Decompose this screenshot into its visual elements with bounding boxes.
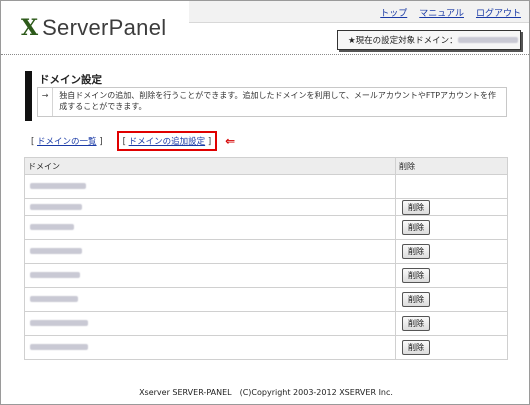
delete-cell: 削除 xyxy=(395,198,508,216)
section-marker xyxy=(25,71,32,121)
delete-button[interactable]: 削除 xyxy=(402,292,430,307)
table-row: 削除 xyxy=(24,239,508,264)
domain-table: ドメイン 削除 削除 削除 削除 削除 削除 削除 削除 xyxy=(24,157,508,360)
arrow-right-icon: → xyxy=(38,88,54,116)
delete-button[interactable]: 削除 xyxy=(402,340,430,355)
column-header-domain: ドメイン xyxy=(24,157,396,175)
domain-cell xyxy=(24,174,396,199)
delete-button[interactable]: 削除 xyxy=(402,316,430,331)
domain-name-redacted xyxy=(30,203,82,210)
domain-cell xyxy=(24,335,396,360)
logo-x-icon: X xyxy=(21,15,39,41)
domain-cell xyxy=(24,215,396,240)
table-row: 削除 xyxy=(24,287,508,312)
domain-name-redacted xyxy=(30,320,88,326)
domain-tabs: [ ドメインの一覧 ] [ ドメインの追加設定 ] ⇐ xyxy=(31,131,235,151)
description-text: 独自ドメインの追加、削除を行うことができます。追加したドメインを利用して、メール… xyxy=(59,91,497,111)
nav-manual-link[interactable]: マニュアル xyxy=(419,6,464,19)
description-box: → 独自ドメインの追加、削除を行うことができます。追加したドメインを利用して、メ… xyxy=(37,87,507,117)
table-row: 削除 xyxy=(24,215,508,240)
tab-domain-list-link[interactable]: ドメインの一覧 xyxy=(37,137,97,147)
table-row: 削除 xyxy=(24,335,508,360)
tab-domain-add-link[interactable]: ドメインの追加設定 xyxy=(129,137,206,147)
domain-name-redacted xyxy=(30,183,86,189)
current-domain-redacted xyxy=(457,37,518,43)
domain-cell xyxy=(24,239,396,264)
domain-cell xyxy=(24,287,396,312)
table-row xyxy=(24,174,508,199)
delete-cell: 削除 xyxy=(395,311,508,336)
top-nav: トップ マニュアル ログアウト xyxy=(380,6,521,19)
delete-button[interactable]: 削除 xyxy=(402,199,430,215)
domain-name-redacted xyxy=(30,272,80,278)
domain-cell xyxy=(24,311,396,336)
footer-copyright: Xserver SERVER-PANEL (C)Copyright 2003-2… xyxy=(139,388,393,397)
domain-name-redacted xyxy=(30,248,82,254)
table-row: 削除 xyxy=(24,311,508,336)
red-arrow-left-icon: ⇐ xyxy=(225,134,236,148)
delete-button[interactable]: 削除 xyxy=(402,268,430,283)
table-body: 削除 削除 削除 削除 削除 削除 削除 xyxy=(24,174,508,360)
column-header-delete: 削除 xyxy=(395,157,508,175)
nav-top-link[interactable]: トップ xyxy=(380,6,407,19)
domain-name-redacted xyxy=(30,344,88,350)
delete-button[interactable]: 削除 xyxy=(402,220,430,235)
current-domain-box: ★現在の設定対象ドメイン： xyxy=(337,30,521,50)
domain-name-redacted xyxy=(30,296,78,302)
page-title: ドメイン設定 xyxy=(39,74,102,86)
logo-text: ServerPanel xyxy=(42,15,167,40)
delete-cell xyxy=(395,174,508,199)
tab-domain-list: [ ドメインの一覧 ] xyxy=(31,137,103,147)
logo: X ServerPanel xyxy=(21,15,166,41)
table-row: 削除 xyxy=(24,263,508,288)
delete-cell: 削除 xyxy=(395,239,508,264)
delete-button[interactable]: 削除 xyxy=(402,244,430,259)
domain-cell xyxy=(24,198,396,216)
delete-cell: 削除 xyxy=(395,263,508,288)
delete-cell: 削除 xyxy=(395,215,508,240)
domain-name-redacted xyxy=(30,224,74,230)
current-domain-label: ★現在の設定対象ドメイン： xyxy=(348,36,458,46)
table-header-row: ドメイン 削除 xyxy=(24,157,508,175)
tab-domain-add: [ ドメインの追加設定 ] xyxy=(116,131,218,151)
delete-cell: 削除 xyxy=(395,287,508,312)
table-row: 削除 xyxy=(24,198,508,216)
nav-logout-link[interactable]: ログアウト xyxy=(476,6,521,19)
header-divider xyxy=(1,54,530,55)
domain-cell xyxy=(24,263,396,288)
delete-cell: 削除 xyxy=(395,335,508,360)
window-frame: トップ マニュアル ログアウト X ServerPanel ★現在の設定対象ドメ… xyxy=(0,0,530,405)
